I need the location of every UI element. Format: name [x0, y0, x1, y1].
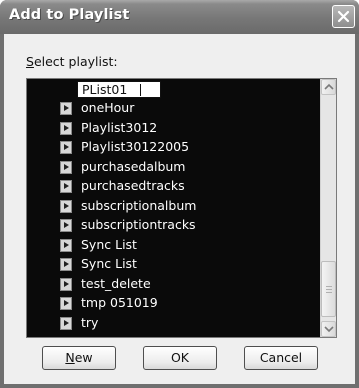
list-item-label: Playlist30122005 — [81, 139, 190, 154]
list-item-label: subscriptionalbum — [81, 197, 197, 213]
playlist-icon — [60, 219, 72, 232]
list-item-label: purchasedtracks — [81, 178, 185, 193]
new-button[interactable]: New — [42, 346, 116, 370]
scroll-up-arrow-icon — [324, 83, 334, 90]
text-caret — [140, 84, 141, 96]
list-item-label: subscriptiontracks — [81, 217, 196, 232]
list-item[interactable]: Playlist30122005 — [27, 138, 320, 158]
list-item[interactable]: test_delete — [27, 275, 320, 295]
playlist-icon — [60, 160, 72, 174]
list-item[interactable]: Playlist3012 — [27, 119, 320, 139]
list-item-label: purchasedalbum — [81, 158, 186, 174]
new-button-label: ew — [74, 350, 93, 365]
playlist-icon — [60, 258, 72, 271]
list-item-label: Sync List — [81, 236, 137, 252]
new-button-mnemonic: N — [65, 350, 75, 365]
scroll-down-button[interactable] — [321, 321, 336, 337]
playlist-listbox[interactable]: PList01 oneHour Playlist3012 Playlist301… — [26, 78, 337, 338]
window-title: Add to Playlist — [9, 7, 130, 23]
ok-button[interactable]: OK — [143, 346, 217, 370]
playlist-icon — [60, 316, 72, 330]
list-item[interactable]: purchasedalbum — [27, 158, 320, 178]
list-item-label: test_delete — [81, 275, 151, 291]
scroll-down-arrow-icon — [324, 326, 334, 333]
list-item[interactable]: subscriptiontracks — [27, 216, 320, 236]
thumb-grip-line — [326, 286, 332, 287]
close-button[interactable] — [332, 5, 355, 28]
playlist-icon — [60, 121, 72, 135]
title-bar[interactable]: Add to Playlist — [0, 0, 359, 34]
scrollbar-thumb[interactable] — [321, 261, 336, 317]
list-item-label: tmp 051019 — [81, 295, 158, 310]
list-item-label: Sync List — [81, 256, 137, 271]
list-item[interactable]: subscriptionalbum — [27, 197, 320, 217]
cancel-button[interactable]: Cancel — [244, 346, 318, 370]
playlist-rows: oneHour Playlist3012 Playlist30122005 pu… — [27, 99, 320, 333]
playlist-icon — [60, 102, 72, 115]
scroll-up-button[interactable] — [321, 79, 336, 95]
list-item-label: try — [81, 314, 99, 330]
select-playlist-mnemonic: S — [26, 54, 34, 69]
list-item-label: Playlist3012 — [81, 119, 158, 135]
dialog-body: Select playlist: PList01 oneHour Playlis… — [4, 34, 355, 384]
vertical-scrollbar[interactable] — [320, 79, 336, 337]
playlist-list[interactable]: PList01 oneHour Playlist3012 Playlist301… — [27, 79, 320, 337]
list-item[interactable]: oneHour — [27, 99, 320, 119]
playlist-icon — [60, 277, 72, 291]
list-item[interactable]: try — [27, 314, 320, 334]
thumb-grip-line — [326, 289, 332, 290]
add-to-playlist-dialog: Add to Playlist Select playlist: PList01… — [0, 0, 359, 388]
list-item[interactable]: Sync List — [27, 236, 320, 256]
new-playlist-name-value: PList01 — [82, 82, 128, 97]
select-playlist-label: Select playlist: — [26, 54, 118, 69]
close-icon — [337, 10, 350, 23]
list-item-label: oneHour — [81, 100, 135, 115]
list-item[interactable]: purchasedtracks — [27, 177, 320, 197]
playlist-icon — [60, 180, 72, 193]
new-playlist-name-input[interactable]: PList01 — [77, 81, 161, 98]
select-playlist-label-text: elect playlist: — [33, 54, 118, 69]
thumb-grip-line — [326, 292, 332, 293]
list-item[interactable]: tmp 051019 — [27, 294, 320, 314]
playlist-icon — [60, 297, 72, 310]
playlist-icon — [60, 238, 72, 252]
playlist-icon — [60, 141, 72, 154]
playlist-icon — [60, 199, 72, 213]
list-item[interactable]: Sync List — [27, 255, 320, 275]
